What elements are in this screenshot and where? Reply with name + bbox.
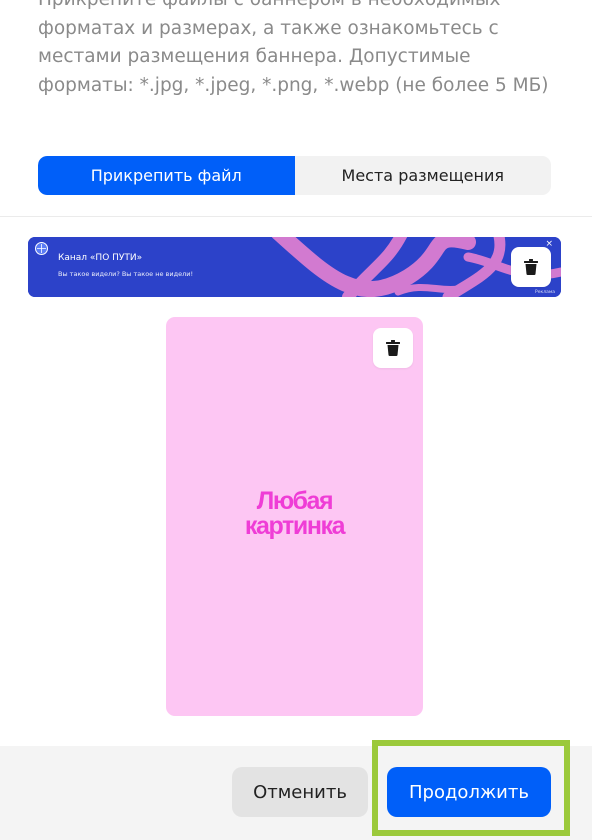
poster-caption: Любая картинка: [166, 489, 423, 539]
trash-icon: [524, 259, 538, 275]
continue-button[interactable]: Продолжить: [387, 767, 551, 817]
banner-ad-label: Реклама: [535, 290, 555, 295]
tab-bar: Прикрепить файл Места размещения: [38, 156, 551, 195]
dialog-footer: Отменить Продолжить: [0, 740, 592, 840]
tab-placements[interactable]: Места размещения: [295, 156, 552, 195]
poster-caption-line1: Любая: [256, 487, 334, 515]
poster-preview: Любая картинка: [166, 317, 423, 716]
delete-banner-button[interactable]: [511, 247, 551, 287]
banner-preview: Канал «ПО ПУТИ» Вы такое видели? Вы тако…: [28, 237, 561, 297]
cancel-button[interactable]: Отменить: [232, 767, 368, 817]
tab-attach-file[interactable]: Прикрепить файл: [38, 156, 295, 195]
banner-background-image: [28, 237, 561, 297]
banner-title: Канал «ПО ПУТИ»: [58, 253, 143, 263]
divider: [0, 216, 592, 217]
channel-logo-icon: [35, 242, 48, 255]
poster-caption-line2: картинка: [244, 512, 346, 540]
description-text: Прикрепите файлы с баннером в необходимы…: [38, 0, 549, 96]
trash-icon: [386, 340, 400, 356]
banner-subtitle: Вы такое видели? Вы такое не видели!: [58, 270, 194, 278]
delete-poster-button[interactable]: [373, 328, 413, 368]
